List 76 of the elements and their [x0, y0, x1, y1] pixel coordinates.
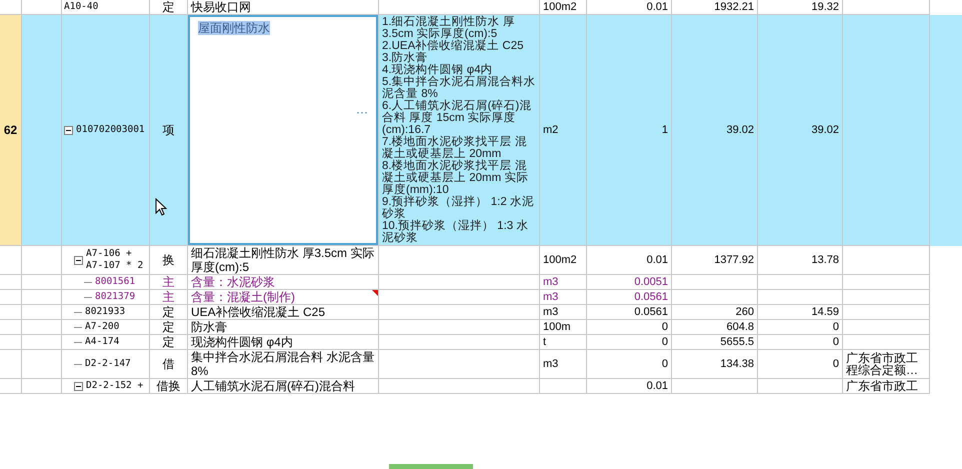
total-text: 13.78 — [811, 253, 839, 267]
total-text: 0 — [832, 320, 839, 334]
type-text: 定 — [162, 305, 174, 319]
type-text: 项 — [162, 123, 174, 137]
code-text: 8001561 — [95, 276, 136, 288]
name-text: UEA补偿收缩混凝土 C25 — [191, 305, 326, 319]
quantity-text: 0 — [662, 335, 668, 349]
code-text: A7-200 — [85, 321, 120, 333]
collapse-toggle[interactable] — [74, 382, 83, 390]
notes-text: 广东省市政工 — [846, 380, 918, 392]
total-text: 14.59 — [811, 305, 839, 319]
name-editor[interactable]: 屋面刚性防水 ··· — [188, 15, 378, 245]
total-text: 19.32 — [811, 0, 839, 14]
name-text: 人工铺筑水泥石屑(碎石)混合料 — [191, 379, 355, 393]
type-text: 定 — [162, 335, 174, 349]
code-text: A10-40 — [64, 1, 98, 13]
collapse-toggle[interactable] — [64, 126, 73, 134]
features-text: 1.细石混凝土刚性防水 厚3.5cm 实际厚度(cm):5 2.UEA补偿收缩混凝土 C25 3.防水膏 4.现浇构件圆钢 φ4内 5.集中拌合水泥石屑混合料水泥含量 8% 6.人工铺筑水泥石屑(碎石)混合料 厚度 15cm 实际厚度(cm):16.7 7.楼地面水泥砂浆找平层 混凝土或硬基层上 20mm 8.楼地面水泥砂浆找平层 混凝土或硬基层上 20mm 实际厚度(mm):10 9.预拌砂浆（湿拌） 1:2 水泥砂浆 10.预拌砂浆（湿拌） 1:3 水泥砂浆 — [382, 16, 536, 244]
name-text: 含量：水泥砂浆 — [191, 275, 275, 289]
code-text: A4-174 — [85, 336, 120, 348]
unit-text: m3 — [543, 275, 558, 289]
unit-text: 100m — [543, 320, 571, 334]
row-number: 62 — [4, 123, 18, 137]
total-text: 0 — [832, 335, 839, 349]
quantity-text: 0 — [662, 357, 668, 371]
price-text: 260 — [736, 305, 754, 319]
unit-text: m2 — [543, 123, 558, 137]
unit-text: t — [543, 335, 546, 349]
type-text: 借 — [162, 357, 174, 371]
table-row[interactable] — [0, 15, 962, 246]
code-text: 8021933 — [85, 306, 126, 318]
price-text: 1932.21 — [714, 0, 754, 14]
code-text: 8021379 — [95, 291, 136, 303]
total-text: 0 — [832, 357, 839, 371]
table-cell — [22, 379, 62, 394]
quantity-text: 0.01 — [646, 0, 668, 14]
unit-text: 100m2 — [543, 253, 577, 267]
collapse-toggle[interactable] — [74, 256, 83, 264]
price-text: 1377.92 — [714, 253, 754, 267]
quantity-text: 0.0051 — [634, 275, 668, 289]
type-text: 定 — [162, 320, 174, 334]
price-text: 39.02 — [726, 123, 754, 137]
notes-text: 广东省市政工程综合定额… — [846, 352, 919, 376]
type-text: 借换 — [156, 379, 180, 393]
name-input[interactable]: 屋面刚性防水 — [198, 21, 270, 35]
scrollbar-thumb[interactable] — [389, 464, 473, 469]
mouse-pointer-icon — [155, 198, 167, 216]
code-text: D2-2-147 — [85, 358, 131, 370]
more-button[interactable]: ··· — [356, 105, 368, 119]
quantity-text: 1 — [662, 123, 668, 137]
price-text: 604.8 — [726, 320, 754, 334]
name-text: 细石混凝土刚性防水 厚3.5cm 实际厚度(cm):5 — [191, 246, 375, 274]
type-text: 主 — [162, 290, 174, 304]
name-text: 含量：混凝土(制作) — [191, 290, 295, 304]
name-text: 快易收口网 — [191, 0, 251, 14]
type-text: 定 — [162, 0, 174, 14]
quantity-text: 0.0561 — [634, 305, 668, 319]
code-text: 010702003001 — [76, 124, 145, 136]
name-text: 现浇构件圆钢 φ4内 — [191, 335, 293, 349]
quantity-text: 0.0561 — [634, 290, 668, 304]
unit-text: m3 — [543, 357, 558, 371]
unit-text: m3 — [543, 290, 558, 304]
type-text: 主 — [162, 275, 174, 289]
quantity-text: 0.01 — [646, 253, 668, 267]
quantity-text: 0 — [662, 320, 668, 334]
code-text: D2-2-152 + — [86, 380, 144, 392]
type-text: 换 — [162, 253, 174, 267]
price-text: 5655.5 — [720, 335, 754, 349]
quantity-text: 0.01 — [646, 379, 668, 393]
total-text: 39.02 — [811, 123, 839, 137]
unit-text: m3 — [543, 305, 558, 319]
name-text: 集中拌合水泥石屑混合料 水泥含量 8% — [191, 350, 375, 378]
code-text: A7-106 + A7-107 * 2 — [86, 248, 144, 272]
unit-text: 100m2 — [543, 0, 577, 14]
name-text: 防水膏 — [191, 320, 227, 334]
price-text: 134.38 — [720, 357, 754, 371]
